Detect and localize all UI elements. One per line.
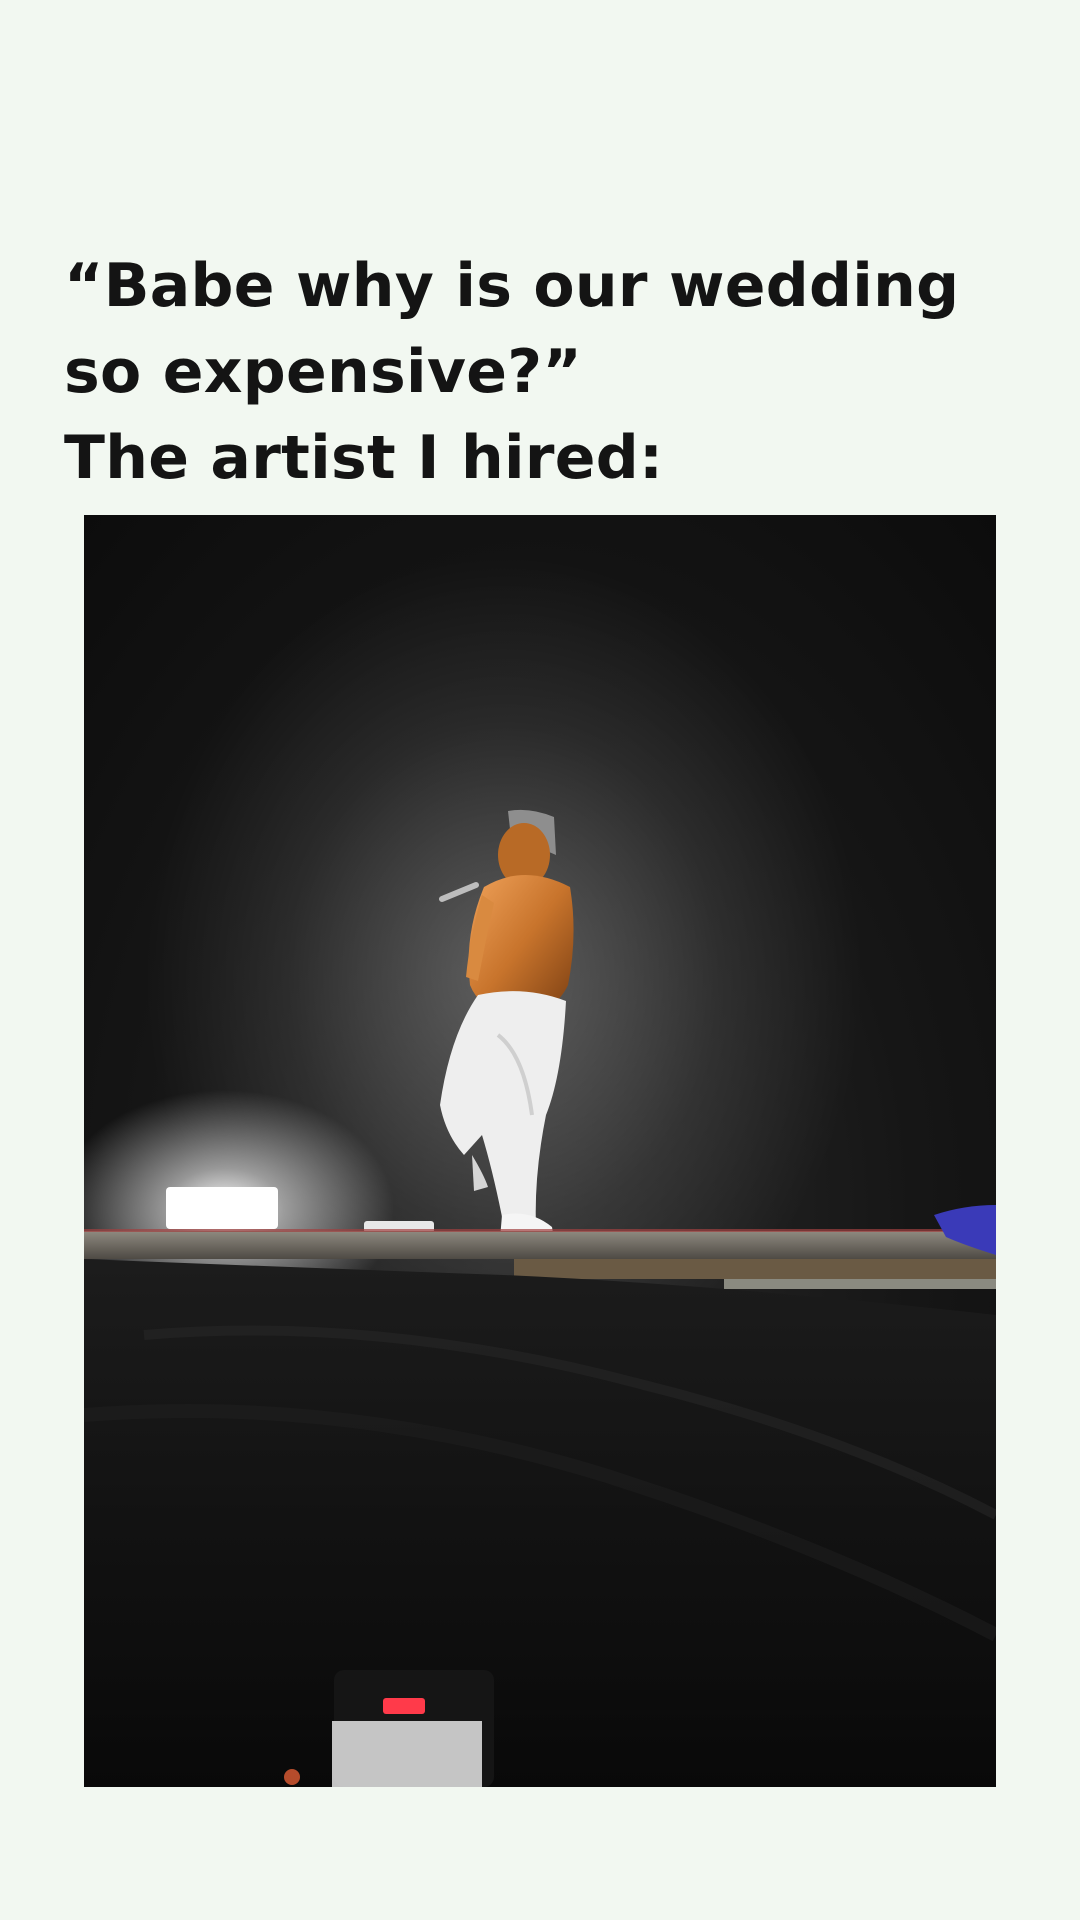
meme-caption: “Babe why is our wedding so expensive?” … [64,243,1024,501]
tally-light [383,1698,425,1714]
caption-line-3: The artist I hired: [64,423,664,493]
concert-scene [84,515,996,1787]
caption-line-2: so expensive?” [64,337,583,407]
stage-cloth [84,1259,996,1787]
caption-line-1: “Babe why is our wedding [64,251,960,321]
concert-photo [84,515,996,1787]
floodlight-left [166,1187,278,1229]
